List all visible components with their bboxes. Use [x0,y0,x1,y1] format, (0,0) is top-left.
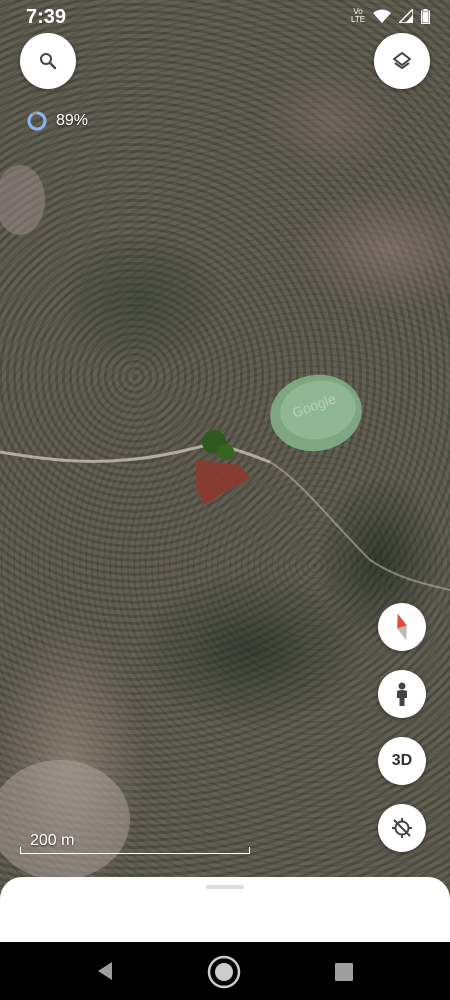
home-icon[interactable] [207,955,241,989]
3d-button[interactable]: 3D [378,737,426,785]
bottom-sheet[interactable] [0,877,450,947]
volte-icon: Vo LTE [351,7,366,24]
loading-indicator: 89% [26,110,88,132]
back-icon[interactable] [93,956,117,986]
layers-icon [393,52,411,69]
search-icon [40,53,57,70]
recents-icon[interactable] [334,962,354,982]
loading-spinner-icon [27,111,47,131]
signal-icon [399,9,413,23]
wifi-icon [373,9,391,23]
layers-button[interactable] [374,33,430,89]
search-button[interactable] [20,33,76,89]
street-view-button[interactable] [378,670,426,718]
navigation-bar [0,942,450,1000]
battery-icon [421,8,430,24]
satellite-map[interactable]: Google [0,0,450,942]
map-scale: 200 m [20,832,250,854]
status-bar: 7:39 Vo LTE [0,0,450,34]
compass-icon [397,613,407,641]
my-location-button[interactable] [378,804,426,852]
pegman-icon [397,682,407,706]
sheet-drag-handle[interactable] [206,885,244,889]
location-off-icon [392,818,412,838]
loading-percent: 89% [56,112,89,129]
status-icons: Vo LTE [351,8,430,24]
clock: 7:39 [26,6,67,28]
compass-button[interactable] [378,603,426,651]
scale-bar [20,847,250,854]
